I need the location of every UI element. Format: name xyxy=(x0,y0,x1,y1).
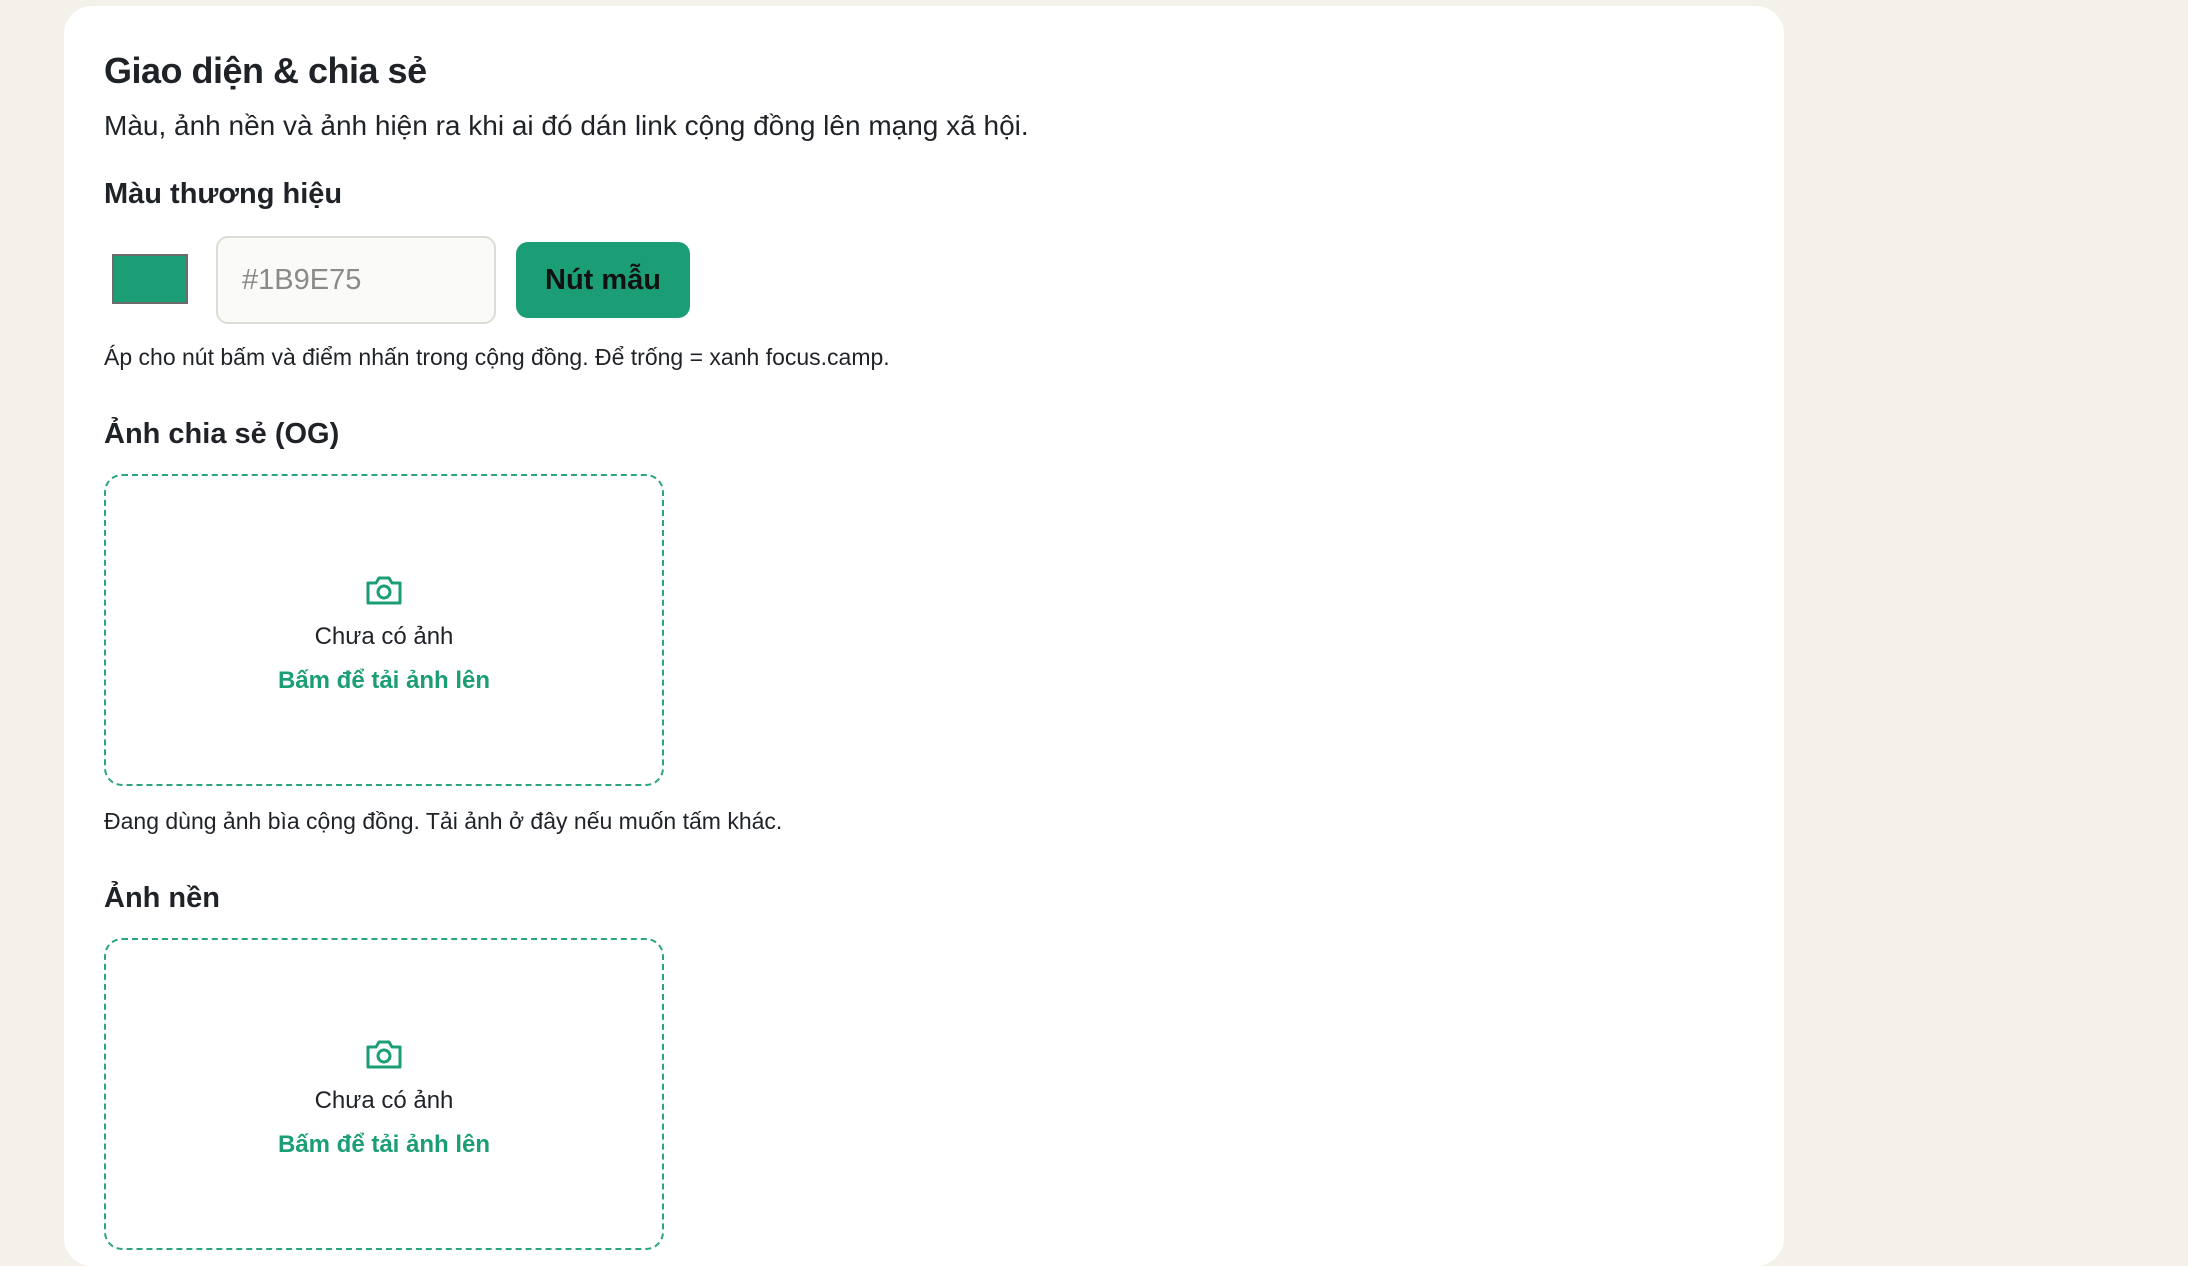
background-image-label: Ảnh nền xyxy=(104,882,220,914)
og-image-label: Ảnh chia sẻ (OG) xyxy=(104,418,340,450)
section-description: Màu, ảnh nền và ảnh hiện ra khi ai đó dá… xyxy=(104,110,1029,141)
background-image-empty-text: Chưa có ảnh xyxy=(314,1087,454,1114)
camera-icon xyxy=(366,1040,402,1069)
brand-color-hex-input[interactable] xyxy=(216,236,496,324)
camera-icon xyxy=(366,576,402,605)
og-image-upload-content: Chưa có ảnh Bấm để tải ảnh lên xyxy=(106,572,662,695)
brand-color-label: Màu thương hiệu xyxy=(104,178,343,210)
brand-color-hint: Áp cho nút bấm và điểm nhấn trong cộng đ… xyxy=(104,344,890,370)
background-image-upload-area[interactable]: Chưa có ảnh Bấm để tải ảnh lên xyxy=(104,938,664,1250)
background-image-upload-content: Chưa có ảnh Bấm để tải ảnh lên xyxy=(106,1036,662,1159)
og-image-hint: Đang dùng ảnh bìa cộng đồng. Tải ảnh ở đ… xyxy=(104,808,783,834)
brand-color-swatch[interactable] xyxy=(112,254,188,304)
og-image-upload-area[interactable]: Chưa có ảnh Bấm để tải ảnh lên xyxy=(104,474,664,786)
section-title: Giao diện & chia sẻ xyxy=(104,50,427,91)
appearance-settings-card: Giao diện & chia sẻ Màu, ảnh nền và ảnh … xyxy=(64,6,1784,1266)
sample-button[interactable]: Nút mẫu xyxy=(516,242,690,318)
og-image-upload-cta[interactable]: Bấm để tải ảnh lên xyxy=(106,667,662,695)
background-image-upload-cta[interactable]: Bấm để tải ảnh lên xyxy=(106,1131,662,1159)
og-image-empty-text: Chưa có ảnh xyxy=(314,623,454,650)
